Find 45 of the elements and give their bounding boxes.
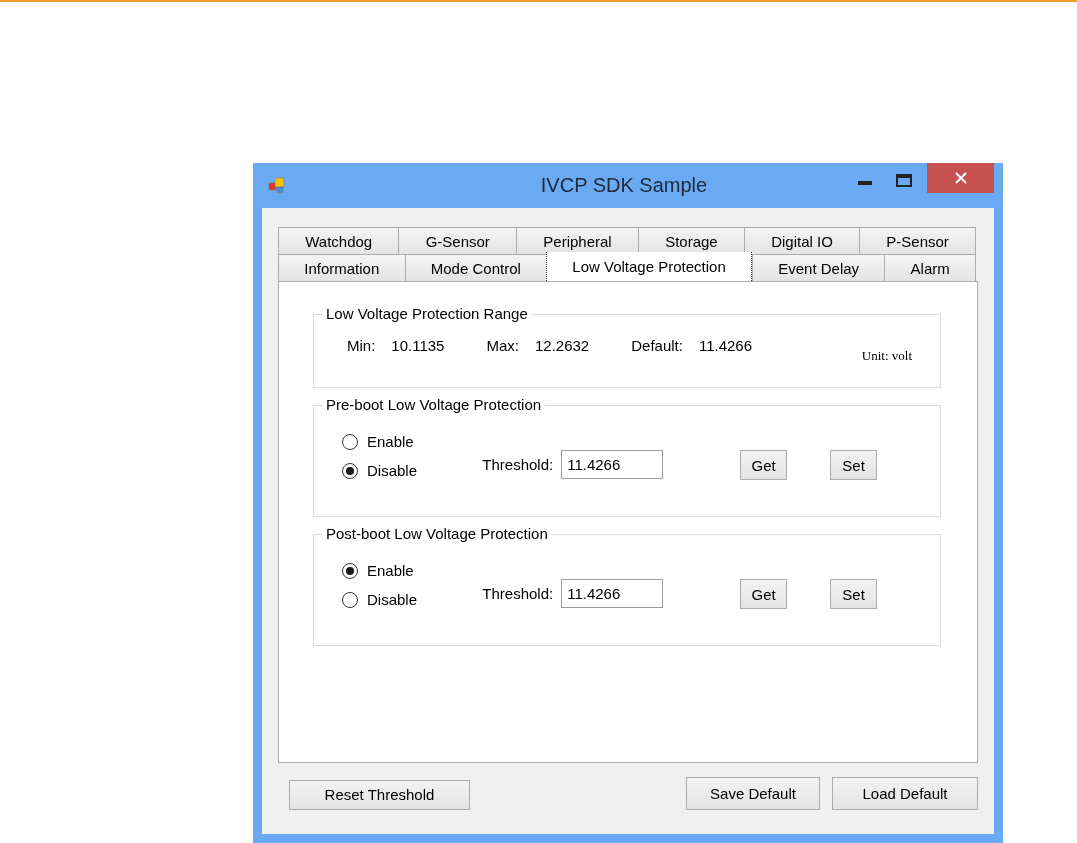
- radio-button[interactable]: [342, 591, 358, 608]
- tab[interactable]: Alarm: [884, 255, 976, 282]
- tab[interactable]: Information: [278, 255, 405, 282]
- default-button[interactable]: Save Default: [686, 777, 820, 810]
- maximize-icon[interactable]: [896, 174, 912, 187]
- radio-button[interactable]: [342, 562, 358, 579]
- radio-option[interactable]: Enable: [342, 562, 414, 579]
- tab[interactable]: Mode Control: [404, 255, 547, 282]
- threshold-label: Threshold:: [482, 584, 554, 602]
- reset-button[interactable]: Reset Threshold: [289, 779, 470, 810]
- radio-button[interactable]: [342, 433, 358, 450]
- tab[interactable]: Digital IO: [743, 227, 860, 255]
- tab[interactable]: Watchdog: [278, 227, 399, 255]
- app-icon: [268, 176, 286, 195]
- radio-option[interactable]: Disable: [342, 462, 418, 479]
- radio-button[interactable]: [342, 462, 358, 479]
- action-button[interactable]: Get: [740, 450, 788, 480]
- unit-label: Unit: volt: [861, 348, 912, 364]
- group-title: Low Voltage Protection Range: [322, 305, 532, 322]
- action-button[interactable]: Set: [830, 579, 877, 609]
- radio-option[interactable]: Enable: [342, 433, 414, 450]
- radio-option[interactable]: Disable: [342, 591, 418, 608]
- group-title: Pre-boot Low Voltage Protection: [322, 396, 546, 413]
- threshold-field[interactable]: 11.4266: [561, 578, 664, 608]
- tab[interactable]: P-Sensor: [859, 227, 977, 255]
- threshold-label: Threshold:: [482, 455, 554, 473]
- tab[interactable]: Peripheral: [516, 227, 638, 255]
- tab[interactable]: Storage: [637, 227, 744, 255]
- group-title: Post-boot Low Voltage Protection: [322, 525, 552, 542]
- range-value: 10.1135: [391, 337, 445, 354]
- tab[interactable]: G-Sensor: [398, 227, 517, 255]
- threshold-field[interactable]: 11.4266: [561, 449, 664, 479]
- default-button[interactable]: Load Default: [832, 777, 978, 810]
- close-button[interactable]: [927, 163, 994, 193]
- action-button[interactable]: Set: [830, 450, 877, 480]
- action-button[interactable]: Get: [740, 579, 788, 609]
- tab[interactable]: Event Delay: [752, 255, 885, 282]
- range-value: 12.2632: [534, 337, 590, 354]
- close-icon: [954, 172, 967, 184]
- tab[interactable]: Low Voltage Protection: [546, 252, 752, 281]
- range-label: Min:: [347, 337, 376, 354]
- range-label: Max:: [486, 337, 519, 354]
- window-title: IVCP SDK Sample: [539, 174, 709, 197]
- range-value: 11.4266: [698, 337, 752, 354]
- range-label: Default:: [631, 337, 683, 354]
